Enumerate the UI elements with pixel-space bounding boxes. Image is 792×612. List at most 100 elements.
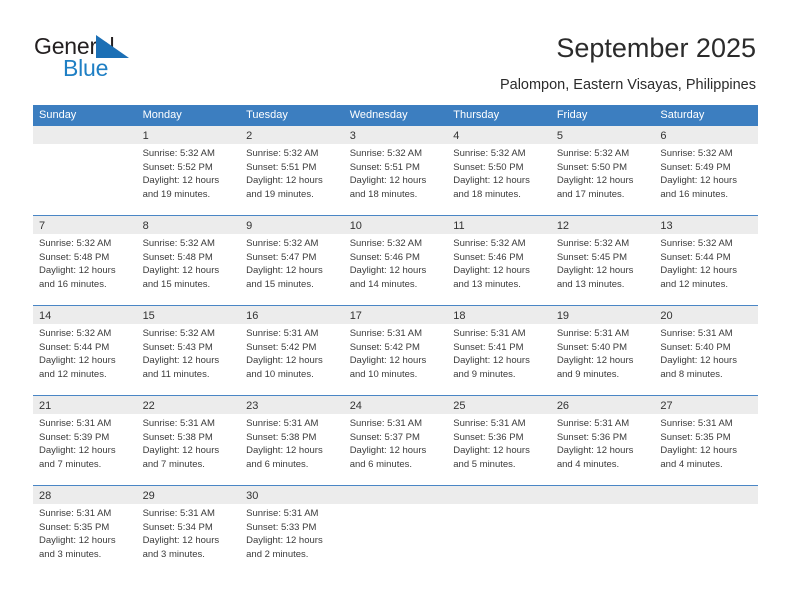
day-number: 28 — [39, 490, 52, 502]
calendar-day-cell[interactable]: 8 Sunrise: 5:32 AM Sunset: 5:48 PM Daylight… — [136, 216, 241, 305]
day-number-band: 17 — [343, 306, 448, 324]
calendar-cell-empty — [654, 486, 758, 575]
sunrise-time: Sunrise: 5:31 AM — [246, 508, 319, 519]
daylight-duration-line1: Daylight: 12 hours — [453, 445, 530, 457]
daylight-duration-line1: Daylight: 12 hours — [349, 445, 427, 457]
daylight-duration-line1: Daylight: 12 hours — [556, 265, 634, 277]
sunrise-time: Sunrise: 5:32 AM — [246, 238, 319, 249]
daylight-duration-line2: and 16 minutes. — [660, 188, 728, 200]
calendar-day-cell[interactable]: 30 Sunrise: 5:31 AM Sunset: 5:33 PM Dayligh… — [240, 486, 344, 575]
page-header: General Blue September 2025 Palompon, Ea… — [0, 0, 792, 100]
day-details: Sunrise: 5:32 AM Sunset: 5:48 PM Daylight:… — [33, 234, 137, 291]
calendar-day-cell[interactable]: 7 Sunrise: 5:32 AM Sunset: 5:48 PM Daylight… — [33, 216, 137, 305]
calendar-day-cell[interactable]: 3 Sunrise: 5:32 AM Sunset: 5:51 PM Daylight… — [343, 126, 448, 215]
daylight-duration-line1: Daylight: 12 hours — [660, 175, 737, 187]
calendar-day-cell[interactable]: 4 Sunrise: 5:32 AM Sunset: 5:50 PM Daylight… — [447, 126, 551, 215]
day-number: 29 — [142, 490, 155, 502]
calendar-day-cell[interactable]: 13 Sunrise: 5:32 AM Sunset: 5:44 PM Dayligh… — [654, 216, 758, 305]
day-number: 15 — [142, 310, 155, 322]
calendar-day-cell[interactable]: 26 Sunrise: 5:31 AM Sunset: 5:36 PM Dayligh… — [550, 396, 655, 485]
calendar-day-cell[interactable]: 14 Sunrise: 5:32 AM Sunset: 5:44 PM Dayligh… — [33, 306, 137, 395]
calendar-day-cell[interactable]: 5 Sunrise: 5:32 AM Sunset: 5:50 PM Daylight… — [550, 126, 655, 215]
day-details: Sunrise: 5:32 AM Sunset: 5:49 PM Daylight:… — [654, 144, 758, 201]
day-number-band: 12 — [550, 216, 655, 234]
week-cells: 14 Sunrise: 5:32 AM Sunset: 5:44 PM Dayligh… — [33, 306, 758, 395]
daylight-duration-line2: and 9 minutes. — [556, 368, 620, 380]
sunset-time: Sunset: 5:39 PM — [39, 431, 110, 443]
calendar-day-cell[interactable]: 29 Sunrise: 5:31 AM Sunset: 5:34 PM Dayligh… — [136, 486, 241, 575]
calendar-day-cell[interactable]: 20 Sunrise: 5:31 AM Sunset: 5:40 PM Dayligh… — [654, 306, 758, 395]
calendar-day-cell[interactable]: 2 Sunrise: 5:32 AM Sunset: 5:51 PM Daylight… — [240, 126, 344, 215]
sunrise-time: Sunrise: 5:32 AM — [349, 148, 423, 159]
day-details: Sunrise: 5:31 AM Sunset: 5:38 PM Daylight:… — [137, 414, 241, 471]
calendar-day-cell[interactable]: 28 Sunrise: 5:31 AM Sunset: 5:35 PM Dayligh… — [33, 486, 137, 575]
sunset-time: Sunset: 5:44 PM — [39, 341, 110, 353]
day-details: Sunrise: 5:31 AM Sunset: 5:37 PM Daylight:… — [344, 414, 448, 471]
day-details: Sunrise: 5:31 AM Sunset: 5:38 PM Daylight:… — [240, 414, 344, 471]
sunset-time: Sunset: 5:42 PM — [349, 341, 420, 353]
sunset-time: Sunset: 5:38 PM — [142, 431, 213, 443]
daylight-duration-line2: and 4 minutes. — [660, 458, 723, 470]
day-number-band — [447, 486, 551, 504]
day-number: 30 — [246, 490, 259, 502]
day-number: 1 — [142, 130, 149, 142]
daylight-duration-line1: Daylight: 12 hours — [246, 355, 323, 367]
daylight-duration-line2: and 2 minutes. — [246, 548, 309, 560]
daylight-duration-line2: and 9 minutes. — [453, 368, 516, 380]
sunset-time: Sunset: 5:36 PM — [453, 431, 524, 443]
calendar-day-cell[interactable]: 19 Sunrise: 5:31 AM Sunset: 5:40 PM Dayligh… — [550, 306, 655, 395]
sunrise-time: Sunrise: 5:31 AM — [349, 418, 423, 429]
day-number: 19 — [556, 310, 570, 322]
sunset-time: Sunset: 5:45 PM — [556, 251, 628, 263]
daylight-duration-line1: Daylight: 12 hours — [453, 355, 530, 367]
calendar-day-cell[interactable]: 1 Sunrise: 5:32 AM Sunset: 5:52 PM Daylight… — [136, 126, 241, 215]
calendar-day-cell[interactable]: 22 Sunrise: 5:31 AM Sunset: 5:38 PM Dayligh… — [136, 396, 241, 485]
day-number-band: 27 — [654, 396, 758, 414]
daylight-duration-line2: and 6 minutes. — [246, 458, 309, 470]
daylight-duration-line2: and 10 minutes. — [349, 368, 418, 380]
day-details: Sunrise: 5:31 AM Sunset: 5:35 PM Daylight:… — [654, 414, 758, 471]
day-number-band: 11 — [447, 216, 551, 234]
calendar-day-cell[interactable]: 25 Sunrise: 5:31 AM Sunset: 5:36 PM Dayligh… — [447, 396, 551, 485]
day-number-band — [343, 486, 448, 504]
daylight-duration-line2: and 13 minutes. — [556, 278, 625, 290]
sunset-time: Sunset: 5:48 PM — [39, 251, 110, 263]
calendar-day-cell[interactable]: 11 Sunrise: 5:32 AM Sunset: 5:46 PM Dayligh… — [447, 216, 551, 305]
sunset-time: Sunset: 5:44 PM — [660, 251, 731, 263]
daylight-duration-line1: Daylight: 12 hours — [349, 265, 427, 277]
day-number: 18 — [453, 310, 466, 322]
calendar-day-cell[interactable]: 10 Sunrise: 5:32 AM Sunset: 5:46 PM Dayligh… — [343, 216, 448, 305]
daylight-duration-line2: and 4 minutes. — [556, 458, 620, 470]
day-details: Sunrise: 5:32 AM Sunset: 5:51 PM Daylight:… — [240, 144, 344, 201]
daylight-duration-line1: Daylight: 12 hours — [556, 175, 634, 187]
daylight-duration-line2: and 19 minutes. — [246, 188, 314, 200]
calendar-table: Sunday Monday Tuesday Wednesday Thursday Frid… — [33, 105, 758, 575]
calendar-day-cell[interactable]: 6 Sunrise: 5:32 AM Sunset: 5:49 PM Daylight… — [654, 126, 758, 215]
calendar-day-cell[interactable]: 12 Sunrise: 5:32 AM Sunset: 5:45 PM Dayligh… — [550, 216, 655, 305]
sunrise-time: Sunrise: 5:32 AM — [142, 328, 215, 339]
calendar-day-cell[interactable]: 24 Sunrise: 5:31 AM Sunset: 5:37 PM Dayligh… — [343, 396, 448, 485]
day-number-band: 10 — [343, 216, 448, 234]
calendar-day-cell[interactable]: 15 Sunrise: 5:32 AM Sunset: 5:43 PM Dayligh… — [136, 306, 241, 395]
calendar-day-cell[interactable]: 18 Sunrise: 5:31 AM Sunset: 5:41 PM Dayligh… — [447, 306, 551, 395]
sunset-time: Sunset: 5:52 PM — [142, 161, 213, 173]
calendar-day-cell[interactable]: 23 Sunrise: 5:31 AM Sunset: 5:38 PM Dayligh… — [240, 396, 344, 485]
daylight-duration-line1: Daylight: 12 hours — [349, 355, 427, 367]
sunset-time: Sunset: 5:36 PM — [556, 431, 628, 443]
day-number: 11 — [453, 220, 465, 232]
calendar-day-cell[interactable]: 16 Sunrise: 5:31 AM Sunset: 5:42 PM Dayligh… — [240, 306, 344, 395]
day-number: 5 — [556, 130, 563, 142]
calendar-day-cell[interactable]: 9 Sunrise: 5:32 AM Sunset: 5:47 PM Daylight… — [240, 216, 344, 305]
sunrise-time: Sunrise: 5:32 AM — [556, 148, 630, 159]
day-number-band: 6 — [654, 126, 758, 144]
calendar-day-cell[interactable]: 17 Sunrise: 5:31 AM Sunset: 5:42 PM Dayligh… — [343, 306, 448, 395]
day-number-band — [33, 126, 137, 144]
weekday-header-saturday: Saturday — [660, 109, 705, 121]
calendar-day-cell[interactable]: 21 Sunrise: 5:31 AM Sunset: 5:39 PM Dayligh… — [33, 396, 137, 485]
calendar-day-cell[interactable]: 27 Sunrise: 5:31 AM Sunset: 5:35 PM Dayligh… — [654, 396, 758, 485]
sunrise-time: Sunrise: 5:31 AM — [142, 508, 215, 519]
day-details: Sunrise: 5:32 AM Sunset: 5:46 PM Daylight:… — [344, 234, 448, 291]
day-number-band: 20 — [654, 306, 758, 324]
calendar-cell-empty — [447, 486, 551, 575]
daylight-duration-line2: and 3 minutes. — [142, 548, 205, 560]
